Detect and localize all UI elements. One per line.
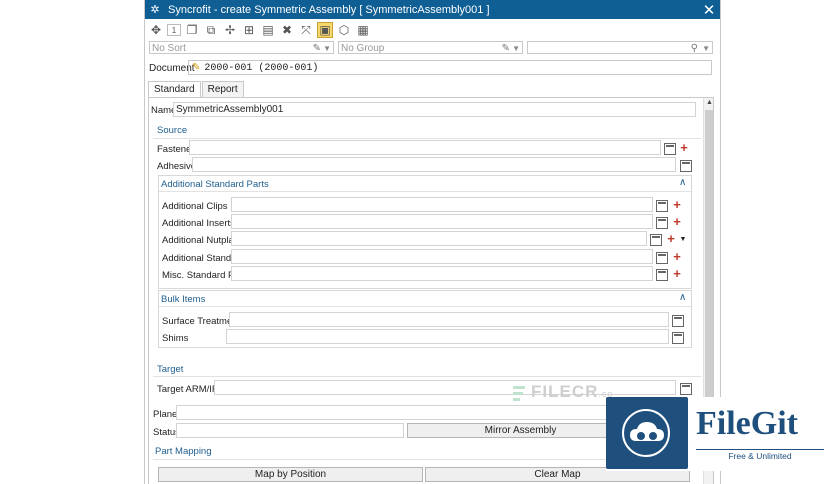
- additional-clips-label: Additional Clips: [162, 201, 228, 212]
- browse-icon[interactable]: [656, 200, 668, 212]
- filecr-watermark: FILECR.co: [531, 382, 613, 402]
- part-mapping-title: Part Mapping: [155, 446, 212, 457]
- filegit-watermark: FileGit Free & Unlimited: [606, 397, 831, 471]
- sort-placeholder: No Sort: [152, 43, 186, 54]
- add-icon[interactable]: +: [671, 214, 683, 229]
- pencil-icon[interactable]: ✎: [313, 42, 321, 55]
- chevron-down-icon[interactable]: ▼: [677, 233, 689, 245]
- additional-clips-field[interactable]: [231, 197, 653, 212]
- bulk-items-title: Bulk Items: [161, 294, 206, 305]
- surface-treatments-field[interactable]: [229, 312, 669, 327]
- tab-report[interactable]: Report: [201, 81, 244, 97]
- add-icon[interactable]: +: [671, 197, 683, 212]
- delete-icon[interactable]: ✖: [279, 22, 295, 38]
- chevron-down-icon[interactable]: ▼: [512, 42, 520, 55]
- browse-icon[interactable]: [656, 269, 668, 281]
- title-bar[interactable]: ✲ Syncrofit - create Symmetric Assembly …: [145, 0, 720, 19]
- divider: [153, 138, 701, 139]
- filegit-brand: FileGit: [696, 405, 798, 442]
- sort-dropdown[interactable]: No Sort ✎ ▼: [149, 41, 334, 54]
- copy-icon[interactable]: ❐: [184, 22, 200, 38]
- additional-parts-title: Additional Standard Parts: [161, 179, 269, 190]
- source-section-title: Source: [157, 125, 188, 136]
- document-field[interactable]: ✎ 2000-001 (2000-001): [188, 60, 712, 75]
- filecr-text: FILECR: [531, 382, 599, 401]
- group-dropdown[interactable]: No Group ✎ ▼: [338, 41, 523, 54]
- search-input[interactable]: ⚲ ▼: [527, 41, 713, 54]
- app-gear-icon: ✲: [150, 4, 160, 16]
- browse-icon[interactable]: [656, 252, 668, 264]
- tab-standard[interactable]: Standard: [148, 81, 201, 97]
- browse-icon[interactable]: [656, 217, 668, 229]
- search-icon[interactable]: ⚲: [691, 42, 698, 55]
- clipboard-icon[interactable]: ▤: [260, 22, 276, 38]
- divider: [153, 376, 701, 377]
- filecr-logo-icon: [513, 386, 525, 401]
- image-icon[interactable]: ▦: [355, 22, 371, 38]
- browse-icon[interactable]: [680, 383, 692, 395]
- paste-icon[interactable]: ⧉: [203, 22, 219, 38]
- fasteners-field[interactable]: [189, 140, 661, 155]
- filegit-tagline: Free & Unlimited: [696, 449, 824, 461]
- pencil-icon[interactable]: ✎: [502, 42, 510, 55]
- add-icon[interactable]: +: [671, 266, 683, 281]
- browse-icon[interactable]: [664, 143, 676, 155]
- additional-inserts-field[interactable]: [231, 214, 653, 229]
- browse-icon[interactable]: [680, 160, 692, 172]
- one-icon[interactable]: 1: [167, 24, 181, 36]
- toolbar: ✥ 1 ❐ ⧉ ✢ ⊞ ▤ ✖ ⤧ ▣ ⬡ ▦: [148, 21, 371, 39]
- name-value: SymmetricAssembly001: [176, 104, 284, 115]
- name-field[interactable]: SymmetricAssembly001: [173, 102, 696, 117]
- additional-inserts-label: Additional Inserts: [162, 218, 235, 229]
- misc-standard-parts-field[interactable]: [231, 266, 653, 281]
- mirror-assembly-button[interactable]: Mirror Assembly: [407, 423, 634, 438]
- chevron-down-icon[interactable]: ▼: [702, 42, 710, 55]
- shims-label: Shims: [162, 333, 189, 344]
- close-icon[interactable]: ✕: [698, 0, 720, 19]
- shims-field[interactable]: [226, 329, 669, 344]
- browse-icon[interactable]: [672, 332, 684, 344]
- bulk-items-group: Bulk Items ∧ Surface Treatments Shims: [158, 290, 692, 348]
- map-by-position-button[interactable]: Map by Position: [158, 467, 423, 482]
- transform-icon[interactable]: ⤧: [298, 22, 314, 38]
- pencil-icon: ✎: [192, 62, 201, 73]
- additional-standoffs-field[interactable]: [231, 249, 653, 264]
- collapse-icon[interactable]: ∧: [679, 177, 686, 188]
- cube-icon[interactable]: ⬡: [336, 22, 352, 38]
- scroll-thumb[interactable]: [705, 110, 713, 410]
- add-icon[interactable]: +: [665, 231, 677, 246]
- group-placeholder: No Group: [341, 43, 385, 54]
- document-value: 2000-001 (2000-001): [204, 63, 319, 74]
- add-icon[interactable]: +: [678, 140, 690, 155]
- window-title: Syncrofit - create Symmetric Assembly [ …: [168, 3, 490, 16]
- duplicate-icon[interactable]: ⊞: [241, 22, 257, 38]
- add-icon[interactable]: +: [671, 249, 683, 264]
- plane-label: Plane: [153, 409, 178, 420]
- move-icon[interactable]: ✥: [148, 22, 164, 38]
- filegit-logo: [606, 397, 688, 469]
- tab-strip: Standard Report: [148, 81, 245, 97]
- additional-nutplates-field[interactable]: [231, 231, 647, 246]
- adhesives-field[interactable]: [192, 157, 676, 172]
- chevron-down-icon[interactable]: ▼: [323, 42, 331, 55]
- cube-yellow-icon[interactable]: ▣: [317, 22, 333, 38]
- group-header[interactable]: [159, 291, 691, 307]
- collapse-icon[interactable]: ∧: [679, 292, 686, 303]
- add-part-icon[interactable]: ✢: [222, 22, 238, 38]
- browse-icon[interactable]: [672, 315, 684, 327]
- status-field: [176, 423, 404, 438]
- scroll-up-icon[interactable]: ▲: [706, 99, 713, 106]
- browse-icon[interactable]: [650, 234, 662, 246]
- additional-parts-group: Additional Standard Parts ∧ Additional C…: [158, 175, 692, 289]
- target-section-title: Target: [157, 364, 184, 375]
- cloud-icon: [630, 422, 664, 441]
